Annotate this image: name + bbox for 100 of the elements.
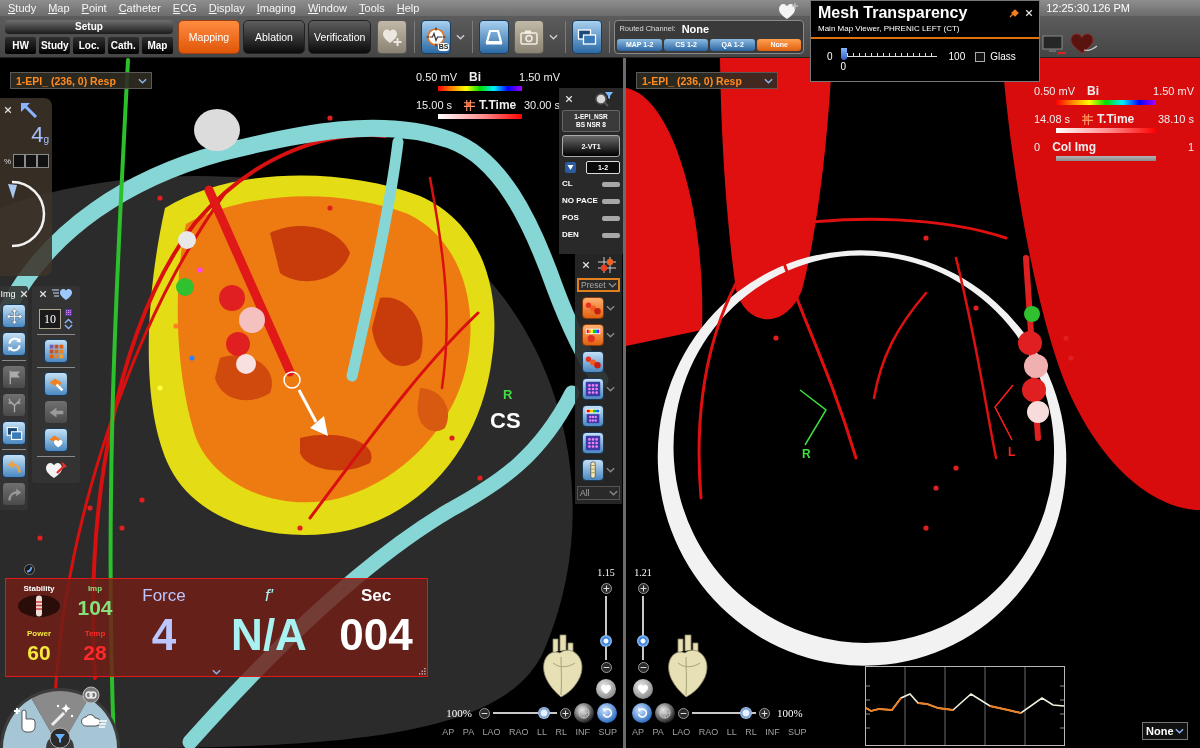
view-button[interactable]: PA: [652, 727, 664, 738]
close-icon[interactable]: [1025, 9, 1033, 17]
scale-down-button[interactable]: [479, 707, 490, 719]
windows-button[interactable]: [2, 421, 26, 445]
zoom-out-button[interactable]: [637, 662, 649, 673]
heart-button[interactable]: [596, 679, 616, 699]
scale-up-button[interactable]: [560, 707, 571, 719]
dot-grid-button[interactable]: [582, 432, 604, 454]
sphere-button[interactable]: [574, 703, 594, 723]
criterion-bar[interactable]: [602, 181, 620, 187]
heart-plus-icon[interactable]: [778, 2, 800, 20]
view-button[interactable]: PA: [462, 727, 475, 738]
view-button[interactable]: SUP: [598, 727, 617, 738]
heart-pen-icon[interactable]: [45, 461, 67, 479]
sphere-button[interactable]: [655, 703, 675, 723]
slider-thumb[interactable]: [537, 707, 550, 719]
caret-icon[interactable]: [212, 669, 221, 675]
view-button[interactable]: INF: [765, 727, 780, 738]
view-button[interactable]: RAO: [698, 727, 719, 738]
close-icon[interactable]: [4, 106, 12, 114]
small-round-button[interactable]: [82, 686, 100, 704]
magnifier-funnel-icon[interactable]: [594, 91, 614, 107]
funnel-icon[interactable]: [565, 161, 576, 173]
scale-up-button[interactable]: [759, 707, 770, 719]
caret-icon[interactable]: [456, 33, 466, 40]
menu-item[interactable]: Tools: [359, 1, 385, 15]
up-down-arrows-icon[interactable]: [64, 318, 73, 330]
panel-toggle-icon[interactable]: [24, 564, 35, 575]
heart-tag-button[interactable]: [44, 428, 68, 452]
preset-dropdown[interactable]: Preset: [577, 278, 620, 292]
zoom-in-button[interactable]: [637, 583, 649, 594]
zoom-in-button[interactable]: [600, 583, 612, 594]
close-icon[interactable]: [565, 95, 573, 103]
close-icon[interactable]: [39, 290, 47, 298]
caret-icon[interactable]: [138, 77, 147, 84]
setup-tab[interactable]: Loc.: [73, 36, 105, 54]
setup-tab[interactable]: Cath.: [107, 36, 139, 54]
menu-item[interactable]: Help: [396, 1, 420, 15]
signal-dropdown[interactable]: None: [1142, 722, 1188, 740]
monitor-icon[interactable]: [1041, 35, 1067, 55]
tag-button[interactable]: [44, 372, 68, 396]
menu-item[interactable]: Catheter: [118, 1, 161, 15]
rotate-arrows-button[interactable]: [2, 332, 26, 356]
view-button[interactable]: AP: [442, 727, 455, 738]
slider-thumb[interactable]: [740, 707, 753, 719]
caret-icon[interactable]: [608, 282, 617, 288]
slider-thumb[interactable]: [637, 635, 649, 647]
close-icon[interactable]: [581, 261, 590, 269]
criterion-bar[interactable]: [602, 232, 620, 238]
curved-arrow-button[interactable]: [2, 454, 26, 478]
balls-button[interactable]: [582, 297, 604, 319]
filter-button[interactable]: [49, 727, 71, 748]
dot-grid-button[interactable]: [582, 378, 604, 400]
menu-item[interactable]: Window: [307, 1, 348, 15]
setup-tab[interactable]: Map: [141, 36, 173, 54]
criterion-bar[interactable]: [602, 198, 620, 204]
heart-button[interactable]: [633, 679, 653, 699]
menu-item[interactable]: Imaging: [256, 1, 296, 15]
view-button[interactable]: LL: [726, 727, 737, 738]
view-button[interactable]: INF: [575, 727, 590, 738]
four-arrows-button[interactable]: [2, 304, 26, 328]
pin-icon[interactable]: [1009, 8, 1019, 18]
setup-tab[interactable]: HW: [5, 36, 37, 54]
windows-button[interactable]: [572, 19, 603, 54]
trapezoid-button[interactable]: [479, 19, 510, 54]
mode-tab[interactable]: Verification: [308, 19, 372, 54]
menu-item[interactable]: Map: [48, 1, 70, 15]
menu-item[interactable]: Point: [81, 1, 107, 15]
zoom-out-button[interactable]: [600, 662, 612, 673]
count-field[interactable]: 10: [39, 309, 61, 329]
view-button[interactable]: AP: [632, 727, 644, 738]
dot-grid-icon[interactable]: [64, 308, 73, 317]
view-button[interactable]: LAO: [482, 727, 501, 738]
view-button[interactable]: SUP: [788, 727, 807, 738]
menu-item[interactable]: Display: [208, 1, 245, 15]
view-button[interactable]: LL: [537, 727, 548, 738]
view-button[interactable]: RAO: [509, 727, 529, 738]
caret-icon[interactable]: [606, 467, 615, 473]
caret-icon[interactable]: [606, 305, 615, 311]
resize-grip-icon[interactable]: [419, 668, 426, 675]
criterion-bar[interactable]: [602, 215, 620, 221]
rotate-button[interactable]: [632, 703, 652, 723]
mode-tab[interactable]: Ablation: [243, 19, 305, 54]
scale-down-button[interactable]: [678, 707, 689, 719]
caret-icon[interactable]: [1175, 728, 1184, 734]
striped-bar-button[interactable]: [582, 459, 604, 481]
color-bar-button[interactable]: [582, 324, 604, 346]
filter-dropdown[interactable]: All: [577, 486, 620, 500]
view-button[interactable]: LAO: [672, 727, 691, 738]
setup-tab[interactable]: Study: [39, 36, 71, 54]
map-selector-dropdown[interactable]: 1-EPI_ (236, 0) Resp: [636, 72, 778, 89]
slider-thumb[interactable]: [600, 635, 612, 647]
rotate-button[interactable]: [597, 703, 617, 723]
map-selector-dropdown[interactable]: 1-EPI_ (236, 0) Resp: [10, 72, 152, 89]
caret-icon[interactable]: [609, 490, 618, 496]
balls-button[interactable]: [582, 351, 604, 373]
color-grid-button[interactable]: [582, 405, 604, 427]
view-button[interactable]: RL: [555, 727, 567, 738]
glass-checkbox[interactable]: [975, 52, 986, 62]
heart-icon[interactable]: [1070, 33, 1098, 55]
